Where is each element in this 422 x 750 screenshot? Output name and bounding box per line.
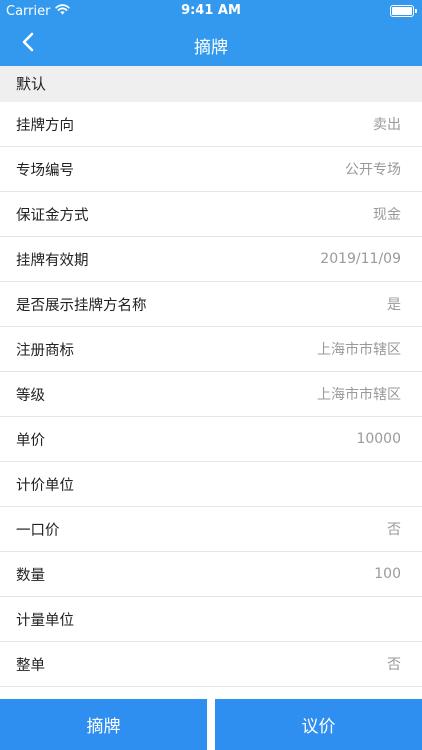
row-label: 一口价 bbox=[16, 522, 60, 539]
row-value: 100 bbox=[374, 566, 401, 582]
row-value: 上海市市辖区 bbox=[317, 387, 401, 403]
detail-row: 专场编号 公开专场 bbox=[0, 147, 422, 192]
row-label: 计价单位 bbox=[16, 477, 74, 494]
row-label: 等级 bbox=[16, 387, 45, 404]
row-label: 数量 bbox=[16, 567, 45, 584]
row-label: 挂牌有效期 bbox=[16, 252, 89, 269]
nav-bar: 摘牌 bbox=[0, 22, 422, 66]
detail-row: 等级 上海市市辖区 bbox=[0, 372, 422, 417]
row-value: 公开专场 bbox=[345, 162, 401, 178]
status-time: 9:41 AM bbox=[181, 3, 241, 18]
row-label: 保证金方式 bbox=[16, 207, 89, 224]
row-value: 上海市市辖区 bbox=[317, 342, 401, 358]
row-label: 专场编号 bbox=[16, 162, 74, 179]
row-value: 2019/11/09 bbox=[320, 251, 401, 267]
row-value: 卖出 bbox=[373, 117, 401, 133]
section-header: 默认 bbox=[0, 66, 422, 102]
row-value: 否 bbox=[387, 522, 401, 538]
delist-button[interactable]: 摘牌 bbox=[0, 699, 207, 750]
detail-row: 挂牌方向 卖出 bbox=[0, 102, 422, 147]
detail-row: 保证金方式 现金 bbox=[0, 192, 422, 237]
row-value: 10000 bbox=[356, 431, 401, 447]
detail-row: 注册商标 上海市市辖区 bbox=[0, 327, 422, 372]
detail-row: 计量单位 bbox=[0, 597, 422, 642]
detail-row: 挂牌有效期 2019/11/09 bbox=[0, 237, 422, 282]
detail-row: 是否展示挂牌方名称 是 bbox=[0, 282, 422, 327]
row-label: 单价 bbox=[16, 432, 45, 449]
row-label: 挂牌方向 bbox=[16, 117, 74, 134]
detail-row: 一口价 否 bbox=[0, 507, 422, 552]
row-label: 整单 bbox=[16, 657, 45, 674]
detail-row: 单价 10000 bbox=[0, 417, 422, 462]
negotiate-button[interactable]: 议价 bbox=[215, 699, 422, 750]
detail-row: 整单 否 bbox=[0, 642, 422, 687]
row-value: 是 bbox=[387, 297, 401, 313]
action-bar: 摘牌 议价 bbox=[0, 699, 422, 750]
row-label: 计量单位 bbox=[16, 612, 74, 629]
row-value: 否 bbox=[387, 657, 401, 673]
battery-icon bbox=[390, 5, 417, 17]
status-bar: Carrier 9:41 AM bbox=[0, 0, 422, 22]
detail-row: 计价单位 bbox=[0, 462, 422, 507]
row-label: 注册商标 bbox=[16, 342, 74, 359]
page-title: 摘牌 bbox=[194, 38, 228, 58]
row-value: 现金 bbox=[373, 207, 401, 223]
detail-row: 数量 100 bbox=[0, 552, 422, 597]
row-label: 是否展示挂牌方名称 bbox=[16, 297, 147, 314]
detail-list: 挂牌方向 卖出 专场编号 公开专场 保证金方式 现金 挂牌有效期 2019/11… bbox=[0, 102, 422, 687]
